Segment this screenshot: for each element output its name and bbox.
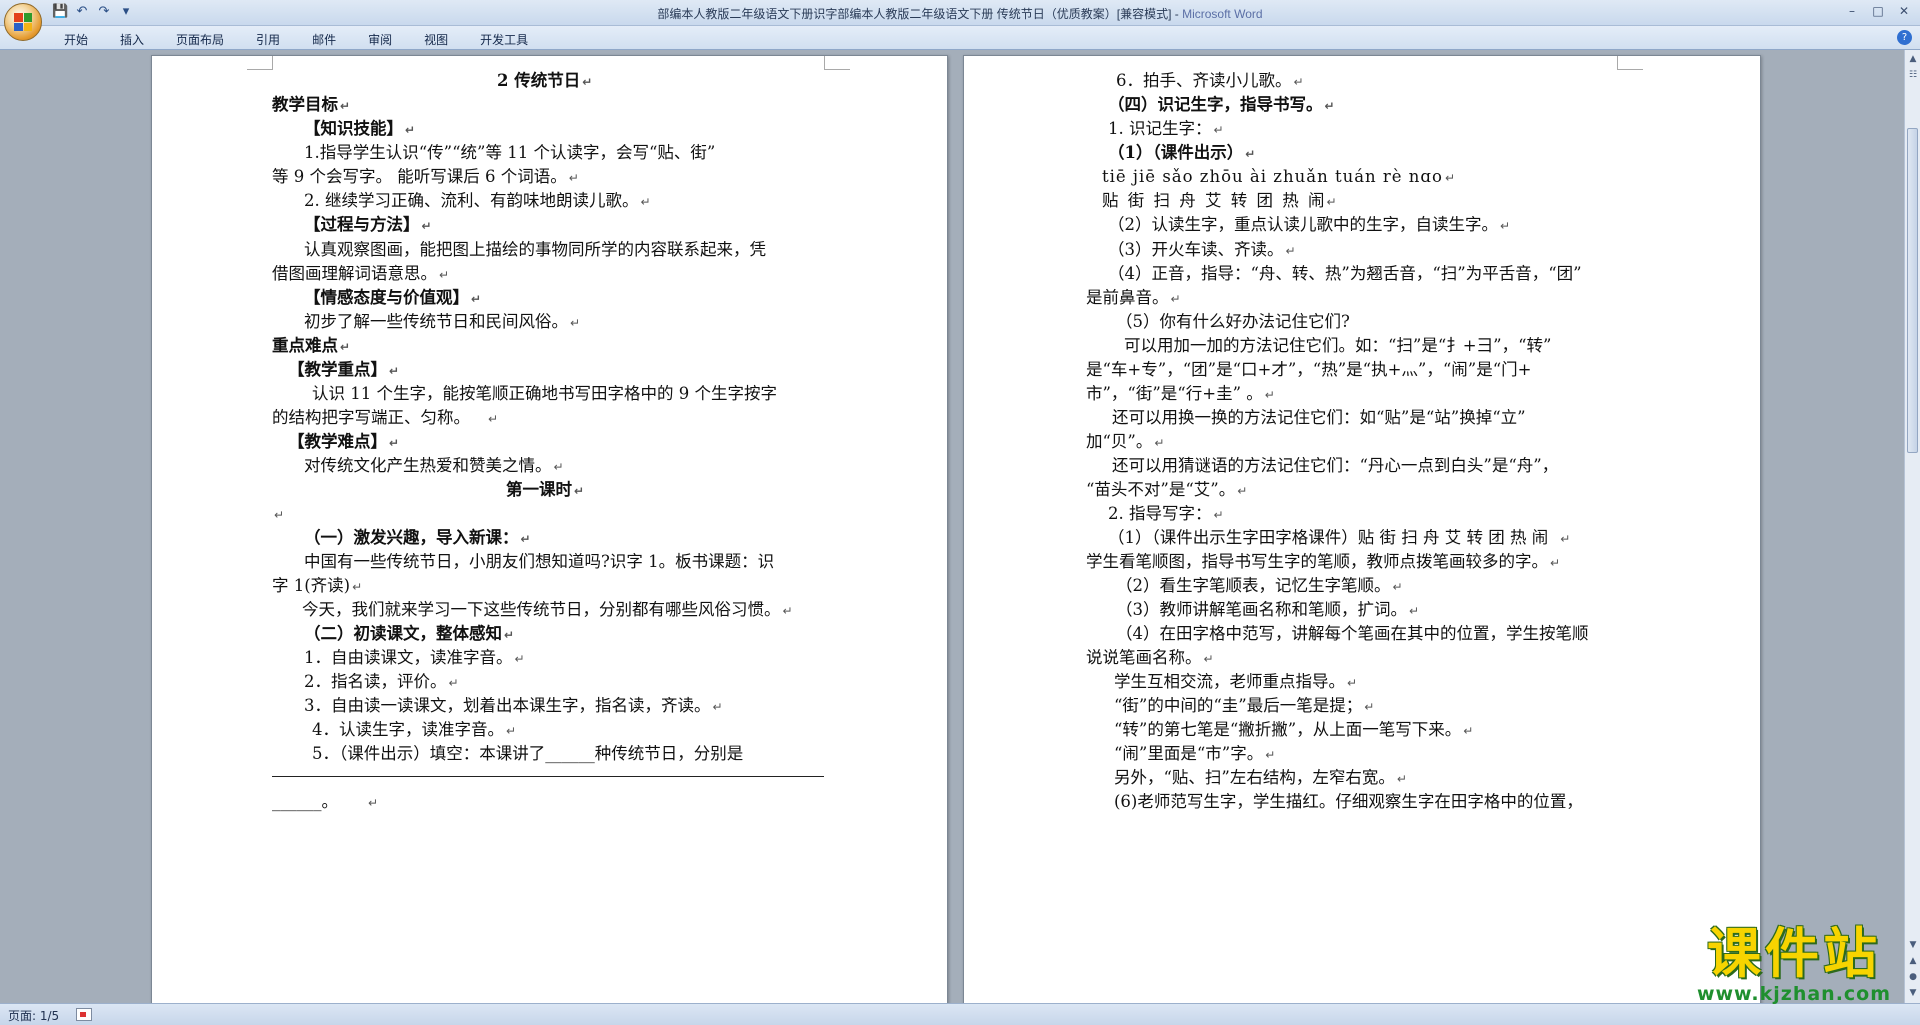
paragraph-line: 可以用加一加的方法记住它们。如：“扫”是“扌+彐”，“转” bbox=[1124, 336, 1552, 355]
tab-review[interactable]: 审阅 bbox=[352, 29, 408, 50]
paragraph-line: 初步了解一些传统节日和民间风俗。 ↵ bbox=[304, 312, 581, 331]
tab-page-layout[interactable]: 页面布局 bbox=[160, 29, 240, 50]
ribbon-tabs: 开始 插入 页面布局 引用 邮件 审阅 视图 开发工具 bbox=[48, 29, 544, 50]
ruler-toggle-icon[interactable]: ☷ bbox=[1905, 68, 1920, 82]
paragraph-line: (6)老师范写生字，学生描红。仔细观察生字在田字格中的位置， bbox=[1114, 792, 1583, 811]
sub-heading: 【知识技能】 ↵ bbox=[304, 119, 416, 138]
list-item: （1）（课件出示生字田字格课件）贴 街 扫 舟 艾 转 团 热 闹 ↵ bbox=[1108, 528, 1571, 547]
site-watermark: 课件站 www.kjzhan.com bbox=[1669, 925, 1919, 1010]
sub-heading: 【过程与方法】 ↵ bbox=[304, 215, 432, 234]
list-item: （5）你有什么好办法记住它们? bbox=[1116, 312, 1350, 331]
paragraph-line: 学生互相交流，老师重点指导。 ↵ bbox=[1114, 672, 1358, 691]
paragraph-line: “转”的第七笔是“撇折撇”，从上面一笔写下来。 ↵ bbox=[1114, 720, 1474, 739]
document-page-2[interactable]: 6．拍手、齐读小儿歌。 ↵ （四）识记生字，指导书写。 ↵ 1. 识记生字： ↵ （1… bbox=[963, 55, 1761, 1003]
paragraph-line: 还可以用猜谜语的方法记住它们：“丹心一点到白头”是“舟”， bbox=[1112, 456, 1559, 475]
sub-heading: （四）识记生字，指导书写。 ↵ bbox=[1108, 95, 1335, 114]
list-item: （2）看生字笔顺表，记忆生字笔顺。 ↵ bbox=[1116, 576, 1403, 595]
scroll-up-icon[interactable]: ▲ bbox=[1905, 52, 1920, 66]
paragraph-line: 借图画理解词语意思。 ↵ bbox=[272, 264, 450, 283]
characters-line: 贴 街 扫 舟 艾 转 团 热 闹 ↵ bbox=[1102, 191, 1337, 210]
tab-references[interactable]: 引用 bbox=[240, 29, 296, 50]
paragraph-line: 市”，“街”是“行+圭” 。 ↵ bbox=[1086, 384, 1275, 403]
paragraph-line: 今天，我们就来学习一下这些传统节日，分别都有哪些风俗习惯。 ↵ bbox=[302, 600, 793, 619]
watermark-url: www.kjzhan.com bbox=[1696, 983, 1892, 1005]
list-item: （3）教师讲解笔画名称和笔顺，扩词。 ↵ bbox=[1116, 600, 1420, 619]
lesson-title: 2 传统节日 ↵ bbox=[497, 71, 593, 90]
paragraph-line: 另外，“贴、扫”左右结构，左窄右宽。 ↵ bbox=[1114, 768, 1407, 787]
status-bar: 页面: 1/5 bbox=[0, 1003, 1920, 1025]
window-title: 部编本人教版二年级语文下册识字部编本人教版二年级语文下册 传统节日（优质教案）[… bbox=[0, 5, 1920, 22]
paragraph-line: 等 9 个会写字。 能听写课后 6 个词语。 ↵ bbox=[272, 167, 579, 186]
list-item: 4．认读生字，读准字音。 ↵ bbox=[312, 720, 517, 739]
section-heading: 教学目标 ↵ bbox=[272, 95, 351, 114]
paragraph-line: 字 1(齐读) ↵ bbox=[272, 576, 363, 595]
watermark-logo: 课件站 bbox=[1707, 922, 1881, 985]
list-item: 5．（课件出示）填空：本课讲了______种传统节日，分别是 bbox=[312, 744, 744, 763]
tab-mailings[interactable]: 邮件 bbox=[296, 29, 352, 50]
tab-developer[interactable]: 开发工具 bbox=[464, 29, 544, 50]
crop-mark bbox=[824, 56, 850, 70]
title-bar: 💾 ↶ ↷ ▾ 部编本人教版二年级语文下册识字部编本人教版二年级语文下册 传统节… bbox=[0, 0, 1920, 41]
list-item: 3．自由读一读课文，划着出本课生字，指名读，齐读。 ↵ bbox=[304, 696, 723, 715]
paragraph-line: “街”的中间的“圭”最后一笔是提； ↵ bbox=[1114, 696, 1375, 715]
paragraph-line: ______。 ↵ bbox=[272, 792, 379, 811]
list-item: （4）正音，指导：“舟、转、热”为翘舌音，“扫”为平舌音，“团” bbox=[1108, 264, 1582, 283]
paragraph-line: 中国有一些传统节日，小朋友们想知道吗?识字 1。板书课题：识 bbox=[304, 552, 775, 571]
list-item: （1）（课件出示） ↵ bbox=[1108, 143, 1256, 162]
paragraph-line: 对传统文化产生热爱和赞美之情。 ↵ bbox=[304, 456, 564, 475]
paragraph-line: “苗头不对”是“艾”。 ↵ bbox=[1086, 480, 1248, 499]
list-item: （4）在田字格中范写，讲解每个笔画在其中的位置，学生按笔顺 bbox=[1116, 624, 1589, 643]
paragraph-line: 1.指导学生认识“传”“统”等 11 个认读字，会写“贴、街” bbox=[304, 143, 716, 162]
sub-heading: （二）初读课文，整体感知 ↵ bbox=[304, 624, 515, 643]
paragraph-line: “闹”里面是“市”字。 ↵ bbox=[1114, 744, 1276, 763]
proofing-icon[interactable] bbox=[76, 1008, 92, 1021]
paragraph-line: 的结构把字写端正、匀称。 ↵ bbox=[272, 408, 499, 427]
app-name: Microsoft Word bbox=[1182, 7, 1263, 21]
fill-in-blank-rule bbox=[272, 776, 824, 777]
window-controls: – □ ✕ bbox=[1840, 2, 1916, 20]
pinyin-line: tiē jiē sǎo zhōu ài zhuǎn tuán rè nɑo ↵ bbox=[1102, 167, 1456, 186]
paragraph-line: 还可以用换一换的方法记住它们：如“贴”是“站”换掉“立” bbox=[1112, 408, 1526, 427]
office-button[interactable] bbox=[4, 3, 42, 41]
paragraph-line: 说说笔画名称。 ↵ bbox=[1086, 648, 1214, 667]
list-item: （3）开火车读、齐读。 ↵ bbox=[1108, 240, 1296, 259]
page-count[interactable]: 页面: 1/5 bbox=[8, 1007, 59, 1024]
vertical-scrollbar[interactable]: ▲ ☷ ▼ ▲ ● ▼ bbox=[1904, 50, 1920, 1003]
list-item: 6．拍手、齐读小儿歌。 ↵ bbox=[1116, 71, 1304, 90]
sub-heading: 【教学重点】 ↵ bbox=[288, 360, 400, 379]
paragraph-line: 认识 11 个生字，能按笔顺正确地书写田字格中的 9 个生字按字 bbox=[312, 384, 777, 403]
crop-mark bbox=[1617, 56, 1643, 70]
scrollbar-thumb[interactable] bbox=[1907, 128, 1918, 453]
list-item: 2. 指导写字： ↵ bbox=[1108, 504, 1224, 523]
document-area: 2 传统节日 ↵ 教学目标 ↵ 【知识技能】 ↵ 1.指导学生认识“传”“统”等 11… bbox=[0, 50, 1904, 1003]
sub-heading: 【教学难点】 ↵ bbox=[288, 432, 400, 451]
tab-insert[interactable]: 插入 bbox=[104, 29, 160, 50]
paragraph-line: 是前鼻音。 ↵ bbox=[1086, 288, 1181, 307]
crop-mark bbox=[247, 56, 273, 70]
help-icon[interactable]: ? bbox=[1897, 30, 1912, 45]
ribbon: 开始 插入 页面布局 引用 邮件 审阅 视图 开发工具 ? bbox=[0, 26, 1920, 50]
list-item: （2）认读生字，重点认读儿歌中的生字，自读生字。 ↵ bbox=[1108, 215, 1511, 234]
paragraph-line: 认真观察图画，能把图上描绘的事物同所学的内容联系起来，凭 bbox=[304, 240, 766, 259]
sub-heading: （一）激发兴趣，导入新课： ↵ bbox=[304, 528, 531, 547]
office-logo-icon bbox=[14, 13, 32, 31]
paragraph-line: 学生看笔顺图，指导书写生字的笔顺，教师点拨笔画较多的字。 ↵ bbox=[1086, 552, 1561, 571]
section-heading: 第一课时 ↵ bbox=[506, 480, 585, 499]
document-page-1[interactable]: 2 传统节日 ↵ 教学目标 ↵ 【知识技能】 ↵ 1.指导学生认识“传”“统”等 11… bbox=[151, 55, 948, 1003]
sub-heading: 【情感态度与价值观】 ↵ bbox=[304, 288, 482, 307]
section-heading: 重点难点 ↵ bbox=[272, 336, 351, 355]
minimize-icon[interactable]: – bbox=[1840, 2, 1864, 20]
close-icon[interactable]: ✕ bbox=[1892, 2, 1916, 20]
paragraph-line: 加“贝”。 ↵ bbox=[1086, 432, 1165, 451]
paragraph-line: 是“车+专”，“团”是“口+才”，“热”是“执+灬”，“闹”是“门+ bbox=[1086, 360, 1532, 379]
list-item: 1. 识记生字： ↵ bbox=[1108, 119, 1224, 138]
list-item: 2．指名读，评价。 ↵ bbox=[304, 672, 459, 691]
document-title: 部编本人教版二年级语文下册识字部编本人教版二年级语文下册 传统节日（优质教案）[… bbox=[657, 7, 1183, 21]
tab-home[interactable]: 开始 bbox=[48, 29, 104, 50]
paragraph-line: 2. 继续学习正确、流利、有韵味地朗读儿歌。 ↵ bbox=[304, 191, 651, 210]
empty-line: ↵ bbox=[274, 508, 285, 522]
list-item: 1．自由读课文，读准字音。 ↵ bbox=[304, 648, 525, 667]
maximize-icon[interactable]: □ bbox=[1866, 2, 1890, 20]
tab-view[interactable]: 视图 bbox=[408, 29, 464, 50]
